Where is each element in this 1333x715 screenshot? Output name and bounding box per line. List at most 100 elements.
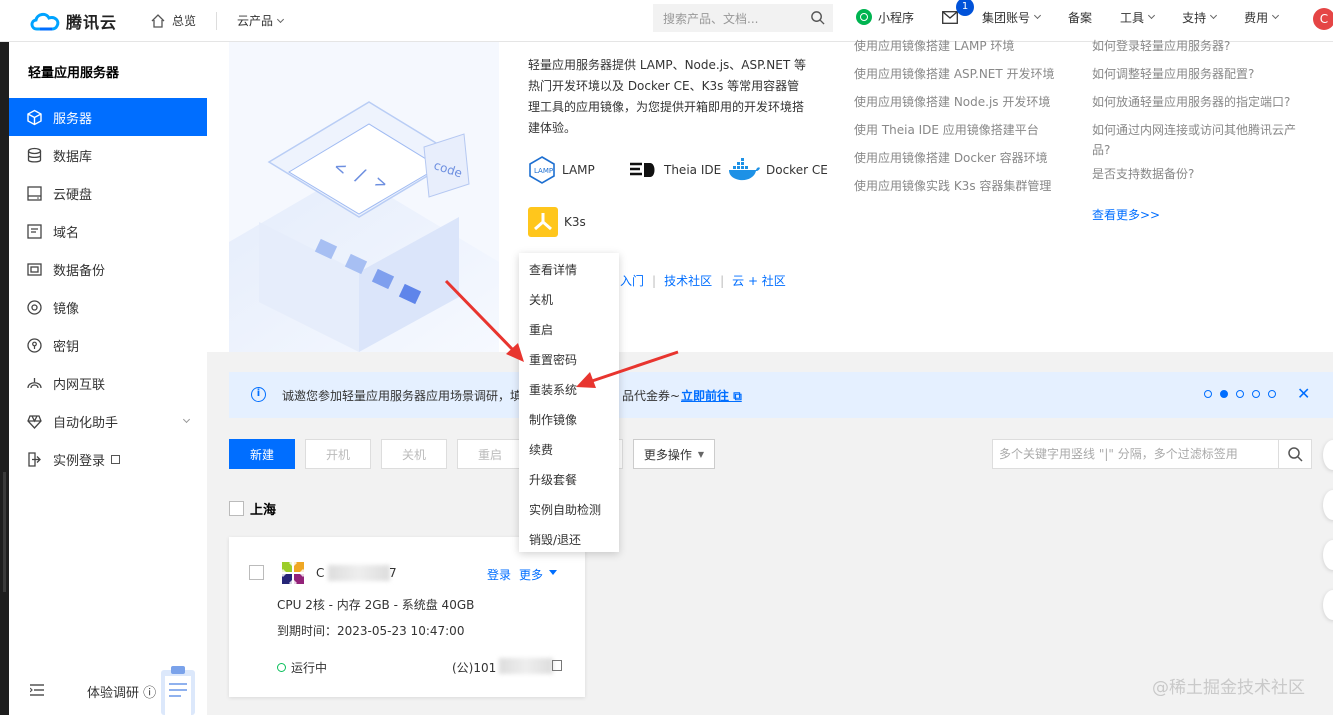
user-avatar[interactable]: C [1313, 8, 1333, 30]
login-link[interactable]: 登录 [487, 566, 511, 583]
nav-beian[interactable]: 备案 [1068, 9, 1092, 26]
instance-checkbox[interactable] [249, 565, 264, 580]
start-button[interactable]: 开机 [305, 439, 371, 469]
brand-logo[interactable]: 腾讯云 [28, 9, 138, 33]
tutorial-list: 使用应用镜像搭建 LAMP 环境 使用应用镜像搭建 ASP.NET 开发环境 使… [854, 32, 1055, 200]
sidebar-item-intranet[interactable]: 内网互联 [9, 364, 207, 402]
menu-item-self-check[interactable]: 实例自助检测 [529, 501, 601, 518]
float-button[interactable] [1323, 540, 1333, 570]
tutorial-link[interactable]: 使用应用镜像搭建 Docker 容器环境 [854, 144, 1055, 172]
image-icon [27, 299, 42, 315]
nav-support[interactable]: 支持 [1182, 9, 1218, 26]
survey-notice-bar: i 诚邀您参加轻量应用服务器应用场景调研，填 品代金券~ 立即前往 ⧉ ✕ [229, 372, 1333, 418]
instance-filter-input[interactable]: 多个关键字用竖线 "|" 分隔，多个过滤标签用 [992, 439, 1312, 469]
nav-group-account[interactable]: 集团账号 [982, 9, 1042, 26]
float-button[interactable] [1323, 490, 1333, 520]
carousel-dot[interactable] [1204, 390, 1212, 398]
sidebar-item-cloud-disk[interactable]: 云硬盘 [9, 174, 207, 212]
faq-link[interactable]: 是否支持数据备份? [1092, 160, 1296, 188]
nav-mini-program[interactable]: 小程序 [856, 9, 914, 26]
menu-item-shutdown[interactable]: 关机 [529, 291, 553, 308]
sidebar-item-automation[interactable]: 自动化助手 [9, 402, 207, 440]
tutorial-link[interactable]: 使用应用镜像搭建 ASP.NET 开发环境 [854, 60, 1055, 88]
tool-lamp[interactable]: LAMP LAMP [528, 156, 595, 184]
info-icon: i [251, 387, 266, 402]
menu-item-destroy-return[interactable]: 销毁/退还 [529, 531, 581, 548]
tutorial-link[interactable]: 使用应用镜像搭建 Node.js 开发环境 [854, 88, 1055, 116]
faq-link-continued[interactable]: 品? [1092, 140, 1296, 160]
mail-icon [942, 10, 958, 24]
hero-illustration: < / > code [229, 42, 499, 352]
more-actions-button[interactable]: 更多操作 ▼ [633, 439, 715, 469]
menu-item-reinstall-system[interactable]: 重装系统 [529, 381, 577, 398]
menu-item-reset-password[interactable]: 重置密码 [529, 351, 577, 368]
instance-card[interactable]: C 7 登录 更多 CPU 2核 - 内存 2GB - 系统盘 40GB 到期时… [229, 537, 585, 697]
sidebar-item-image[interactable]: 镜像 [9, 288, 207, 326]
close-icon[interactable]: ✕ [1297, 384, 1310, 403]
faq-link[interactable]: 如何调整轻量应用服务器配置? [1092, 60, 1296, 88]
nav-billing[interactable]: 费用 [1244, 9, 1280, 26]
centos-logo-icon [279, 559, 307, 587]
redacted-instance-name [328, 565, 390, 581]
menu-item-restart[interactable]: 重启 [529, 321, 553, 338]
nav-messages[interactable]: 1 [942, 0, 975, 24]
menu-collapse-icon[interactable] [30, 684, 44, 696]
brand-name: 腾讯云 [66, 12, 118, 32]
search-icon[interactable] [810, 10, 825, 25]
nav-tools[interactable]: 工具 [1120, 9, 1156, 26]
sidebar-item-key[interactable]: 密钥 [9, 326, 207, 364]
float-button[interactable] [1323, 440, 1333, 470]
notice-text-suffix: 品代金券~ [622, 389, 681, 403]
external-link-icon [111, 454, 121, 464]
sidebar-item-database[interactable]: 数据库 [9, 136, 207, 174]
region-label: 上海 [250, 503, 277, 518]
sidebar-item-instance-login[interactable]: 实例登录 [9, 440, 207, 478]
faq-more-link[interactable]: 查看更多>> [1092, 206, 1160, 223]
sidebar-item-domain[interactable]: 域名 [9, 212, 207, 250]
tool-theia-ide[interactable]: Theia IDE [628, 161, 721, 179]
create-button[interactable]: 新建 [229, 439, 295, 469]
notice-action-link[interactable]: 立即前往 ⧉ [681, 387, 742, 404]
more-dropdown-trigger[interactable]: 更多 [519, 566, 543, 583]
home-icon [151, 13, 165, 28]
feedback-survey[interactable]: 体验调研 ⓘ [9, 662, 207, 715]
k3s-logo-icon [528, 207, 558, 237]
sidebar-item-data-backup[interactable]: 数据备份 [9, 250, 207, 288]
carousel-dot-active[interactable] [1220, 390, 1228, 398]
instance-name[interactable]: C [316, 566, 324, 580]
more-actions-menu: 查看详情 关机 重启 重置密码 重装系统 制作镜像 续费 升级套餐 实例自助检测… [519, 253, 619, 552]
nav-cloud-products[interactable]: 云产品 [237, 12, 285, 29]
stop-button[interactable]: 关机 [381, 439, 447, 469]
menu-item-create-image[interactable]: 制作镜像 [529, 411, 577, 428]
tool-docker-ce[interactable]: Docker CE [728, 157, 828, 183]
sidebar-item-servers[interactable]: 服务器 [9, 98, 207, 136]
link-getting-started[interactable]: 入门 [620, 274, 644, 288]
carousel-dot[interactable] [1268, 390, 1276, 398]
tutorial-link[interactable]: 使用 Theia IDE 应用镜像搭建平台 [854, 116, 1055, 144]
link-cloud-plus-community[interactable]: 云 + 社区 [732, 274, 786, 288]
faq-link[interactable]: 如何登录轻量应用服务器? [1092, 32, 1296, 60]
float-button[interactable] [1323, 590, 1333, 620]
carousel-dot[interactable] [1252, 390, 1260, 398]
copy-icon[interactable] [552, 660, 562, 671]
menu-item-view-details[interactable]: 查看详情 [529, 261, 577, 278]
faq-link[interactable]: 如何放通轻量应用服务器的指定端口? [1092, 88, 1296, 116]
tutorial-link[interactable]: 使用应用镜像实践 K3s 容器集群管理 [854, 172, 1055, 200]
restart-button[interactable]: 重启 [457, 439, 523, 469]
menu-item-renew[interactable]: 续费 [529, 441, 553, 458]
region-select-all-checkbox[interactable] [229, 501, 244, 516]
global-search-input[interactable]: 搜索产品、文档... [653, 4, 833, 32]
link-tech-community[interactable]: 技术社区 [664, 274, 712, 288]
carousel-dot[interactable] [1236, 390, 1244, 398]
chevron-down-icon [1210, 11, 1218, 20]
faq-link[interactable]: 如何通过内网连接或访问其他腾讯云产 [1092, 120, 1296, 140]
product-intro-text: 轻量应用服务器提供 LAMP、Node.js、ASP.NET 等热门开发环境以及… [528, 58, 807, 135]
message-count-badge: 1 [956, 0, 975, 16]
search-icon[interactable] [1287, 446, 1303, 462]
instance-spec: CPU 2核 - 内存 2GB - 系统盘 40GB [277, 598, 475, 612]
tool-k3s[interactable]: K3s [528, 207, 586, 237]
menu-item-upgrade-plan[interactable]: 升级套餐 [529, 471, 577, 488]
tutorial-link[interactable]: 使用应用镜像搭建 LAMP 环境 [854, 32, 1055, 60]
nav-overview[interactable]: 总览 [150, 12, 196, 29]
mini-program-icon [856, 9, 872, 25]
